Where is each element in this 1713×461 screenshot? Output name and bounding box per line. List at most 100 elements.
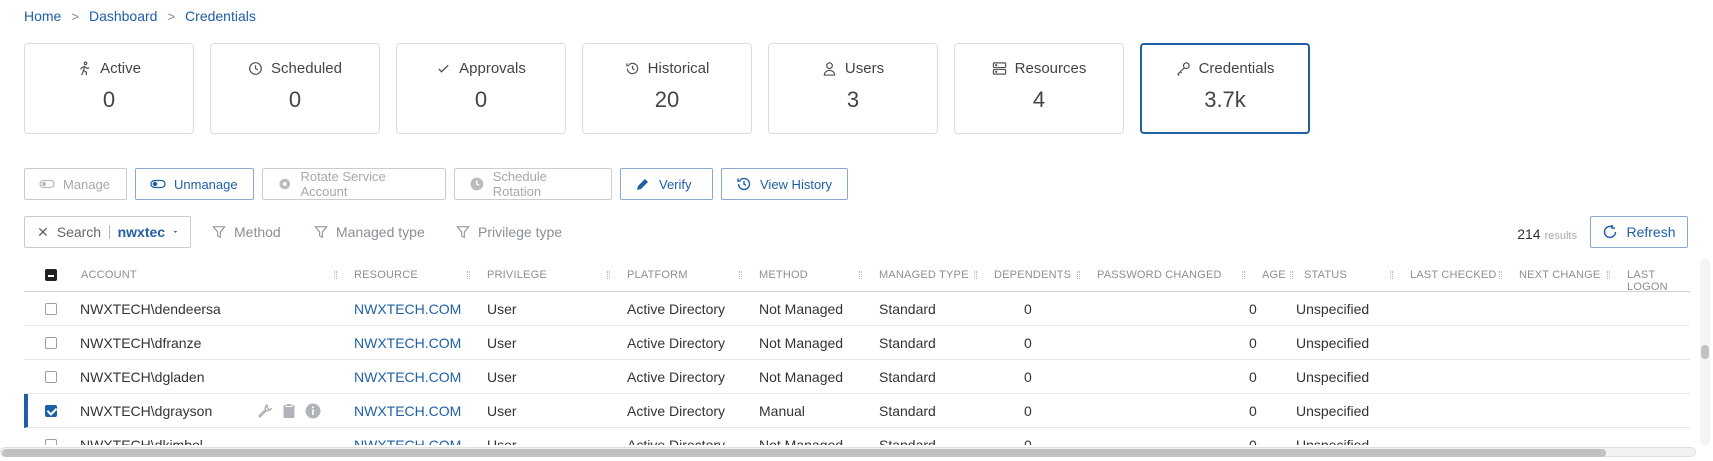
card-resources[interactable]: Resources 4 [954,43,1124,134]
card-users[interactable]: Users 3 [768,43,938,134]
search-filter-chip[interactable]: ✕ Search nwxtec [24,216,191,248]
select-all-checkbox[interactable] [45,269,57,281]
card-label: Credentials [1198,60,1275,77]
manage-button: Manage [24,168,127,200]
server-icon [992,62,1006,75]
column-password-changed[interactable]: PASSWORD CHANGED [1097,269,1222,281]
cell-resource[interactable]: NWXTECH.COM [354,369,461,385]
verify-button[interactable]: Verify [620,168,713,200]
column-resize-handle[interactable] [1290,271,1293,279]
cell-resource[interactable]: NWXTECH.COM [354,403,461,419]
funnel-icon [212,226,226,239]
column-last-logon[interactable]: LAST LOGON [1627,269,1690,293]
wrench-icon[interactable] [256,402,274,420]
column-age[interactable]: AGE [1262,269,1286,281]
column-next-change[interactable]: NEXT CHANGE [1519,269,1600,281]
table-row[interactable]: NWXTECH\dgladen NWXTECH.COM User Active … [24,360,1690,394]
column-resize-handle[interactable] [1242,271,1245,279]
column-status[interactable]: STATUS [1304,269,1347,281]
column-resize-handle[interactable] [739,271,742,279]
pencil-icon [637,179,648,190]
toggle-icon [150,179,166,189]
close-icon[interactable]: ✕ [37,224,49,241]
gear-icon [279,178,291,190]
cell-status: Unspecified [1296,301,1370,317]
breadcrumb-home[interactable]: Home [24,8,61,24]
column-dependents[interactable]: DEPENDENTS [994,269,1071,281]
card-credentials[interactable]: Credentials 3.7k [1140,43,1310,134]
column-method[interactable]: METHOD [759,269,808,281]
table-row[interactable]: NWXTECH\dfranze NWXTECH.COM User Active … [24,326,1690,360]
row-actions [256,402,322,420]
column-resize-handle[interactable] [1390,271,1393,279]
cell-resource[interactable]: NWXTECH.COM [354,437,461,445]
card-active[interactable]: Active 0 [24,43,194,134]
view-history-button[interactable]: View History [721,168,848,200]
info-icon[interactable] [304,402,322,420]
managed-type-filter[interactable]: Managed type [314,224,425,240]
cell-platform: Active Directory [627,335,726,351]
clock-icon [249,62,262,75]
card-scheduled[interactable]: Scheduled 0 [210,43,380,134]
column-resize-handle[interactable] [1607,271,1610,279]
clock-icon [470,177,484,191]
cell-account: NWXTECH\dendeersa [80,301,221,317]
vertical-scrollbar-thumb[interactable] [1701,345,1709,359]
privilege-type-filter[interactable]: Privilege type [456,224,562,240]
breadcrumb-credentials[interactable]: Credentials [185,8,256,24]
breadcrumb-separator: > [71,8,79,24]
column-platform[interactable]: PLATFORM [627,269,688,281]
cell-resource[interactable]: NWXTECH.COM [354,335,461,351]
clipboard-icon[interactable] [280,402,298,420]
card-label: Scheduled [271,60,342,77]
column-resize-handle[interactable] [467,271,470,279]
row-checkbox[interactable] [45,371,57,383]
row-checkbox[interactable] [45,439,57,445]
caret-down-icon [173,231,178,233]
column-account[interactable]: ACCOUNT [81,269,137,281]
cell-platform: Active Directory [627,403,726,419]
funnel-icon [314,226,328,239]
column-last-checked[interactable]: LAST CHECKED [1410,269,1497,281]
breadcrumb-dashboard[interactable]: Dashboard [89,8,158,24]
column-resize-handle[interactable] [1499,271,1502,279]
cell-managed-type: Standard [879,301,936,317]
card-approvals[interactable]: Approvals 0 [396,43,566,134]
horizontal-scrollbar-thumb[interactable] [2,449,1606,457]
column-resize-handle[interactable] [607,271,610,279]
cell-managed-type: Standard [879,437,936,445]
card-value: 0 [474,87,488,112]
cell-dependents: 0 [1024,301,1032,317]
column-resize-handle[interactable] [334,271,337,279]
funnel-icon [456,226,470,239]
column-resize-handle[interactable] [859,271,862,279]
table-row[interactable]: NWXTECH\dkimbol NWXTECH.COM User Active … [24,428,1690,445]
column-resize-handle[interactable] [1077,271,1080,279]
column-managed-type[interactable]: MANAGED TYPE [879,269,969,281]
divider [109,225,110,239]
cell-resource[interactable]: NWXTECH.COM [354,301,461,317]
cell-managed-type: Standard [879,403,936,419]
card-value: 0 [288,87,302,112]
method-filter[interactable]: Method [212,224,281,240]
row-checkbox[interactable] [45,303,57,315]
column-privilege[interactable]: PRIVILEGE [487,269,547,281]
row-checkbox[interactable] [45,337,57,349]
refresh-icon [1604,225,1617,239]
cell-age: 0 [1249,301,1257,317]
breadcrumb-separator: > [167,8,176,24]
row-checkbox[interactable] [45,405,57,417]
unmanage-button[interactable]: Unmanage [135,168,254,200]
cell-privilege: User [487,437,517,445]
refresh-button[interactable]: Refresh [1590,216,1688,248]
cell-dependents: 0 [1024,403,1032,419]
column-resize-handle[interactable] [974,271,977,279]
column-resource[interactable]: RESOURCE [354,269,418,281]
user-icon [823,62,836,76]
table-row[interactable]: NWXTECH\dendeersa NWXTECH.COM User Activ… [24,292,1690,326]
cell-method: Not Managed [759,301,844,317]
card-label: Historical [647,60,710,77]
card-historical[interactable]: Historical 20 [582,43,752,134]
card-value: 3 [846,87,860,112]
table-row-selected[interactable]: NWXTECH\dgrayson NWXTECH.COM User Active… [24,394,1690,428]
